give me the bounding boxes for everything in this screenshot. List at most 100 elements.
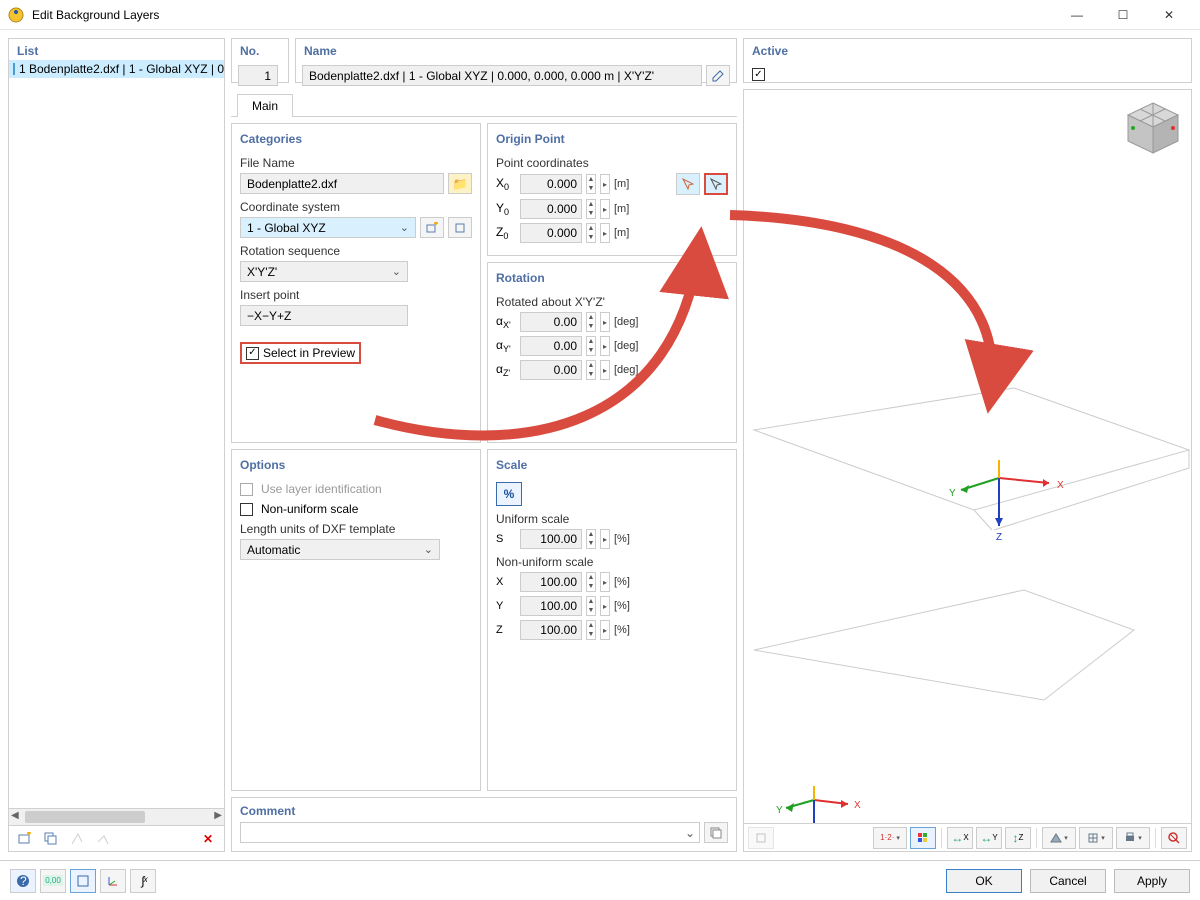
alpha-z-input[interactable] <box>520 360 582 380</box>
ok-button[interactable]: OK <box>946 869 1022 893</box>
s-spinner[interactable]: ▲▼ <box>586 529 596 549</box>
ax-step[interactable]: ▸ <box>600 312 610 332</box>
close-button[interactable]: ✕ <box>1146 0 1192 30</box>
percent-toggle[interactable]: % <box>496 482 522 506</box>
new-layer-button[interactable] <box>13 829 37 849</box>
alpha-x-input[interactable] <box>520 312 582 332</box>
apply-button[interactable]: Apply <box>1114 869 1190 893</box>
ptb-numbering[interactable]: 1·2· <box>873 827 907 849</box>
ptb-select[interactable] <box>748 827 774 849</box>
ptb-zoom-reset[interactable] <box>1161 827 1187 849</box>
az-step[interactable]: ▸ <box>600 360 610 380</box>
preview-viewport[interactable]: X Y Z X Y <box>743 89 1192 852</box>
name-header: Name <box>296 39 736 63</box>
scale-y-input[interactable] <box>520 596 582 616</box>
svg-text:?: ? <box>20 874 27 888</box>
ay-step[interactable]: ▸ <box>600 336 610 356</box>
list-item[interactable]: 1 Bodenplatte2.dxf | 1 - Global XYZ | 0 <box>9 60 224 78</box>
z0-step[interactable]: ▸ <box>600 223 610 243</box>
delete-button[interactable]: ✕ <box>196 829 220 849</box>
sy-step[interactable]: ▸ <box>600 596 610 616</box>
edit-name-button[interactable] <box>706 65 730 86</box>
select-in-preview-checkbox[interactable] <box>246 347 259 360</box>
layer-id-label: Use layer identification <box>261 482 382 496</box>
scale-s-input[interactable] <box>520 529 582 549</box>
insert-point-input[interactable] <box>240 305 408 326</box>
scrollbar-thumb[interactable] <box>25 811 145 823</box>
alpha-y-input[interactable] <box>520 336 582 356</box>
nonuniform-scale-label: Non-uniform scale <box>496 555 728 569</box>
rotation-seq-label: Rotation sequence <box>240 244 472 258</box>
nonuniform-label: Non-uniform scale <box>261 502 358 516</box>
browse-file-button[interactable]: 📁 <box>448 173 472 194</box>
new-cs-button[interactable] <box>420 217 444 238</box>
sy-spinner[interactable]: ▲▼ <box>586 596 596 616</box>
coord-system-dropdown[interactable]: 1 - Global XYZ <box>240 217 416 238</box>
no-header: No. <box>232 39 288 63</box>
units-dropdown[interactable]: Automatic <box>240 539 440 560</box>
list-body[interactable]: 1 Bodenplatte2.dxf | 1 - Global XYZ | 0 <box>8 60 225 809</box>
sz-step[interactable]: ▸ <box>600 620 610 640</box>
az-spinner[interactable]: ▲▼ <box>586 360 596 380</box>
pick-point-button[interactable] <box>676 173 700 195</box>
x0-input[interactable] <box>520 174 582 194</box>
ptb-view[interactable] <box>1079 827 1113 849</box>
coord-label: Coordinate system <box>240 200 472 214</box>
units-label: Length units of DXF template <box>240 522 472 536</box>
sz-spinner[interactable]: ▲▼ <box>586 620 596 640</box>
tab-main[interactable]: Main <box>237 94 293 117</box>
pick-in-preview-button[interactable] <box>704 173 728 195</box>
nonuniform-checkbox[interactable] <box>240 503 253 516</box>
scale-x-input[interactable] <box>520 572 582 592</box>
minimize-button[interactable]: ― <box>1054 0 1100 30</box>
titlebar: Edit Background Layers ― ☐ ✕ <box>0 0 1200 30</box>
ay-spinner[interactable]: ▲▼ <box>586 336 596 356</box>
svg-text:Z: Z <box>996 532 1002 543</box>
scale-group: Scale % Uniform scale S ▲▼ ▸ [%] Non-uni… <box>487 449 737 791</box>
tool-a-button[interactable] <box>65 829 89 849</box>
select-in-preview-highlight: Select in Preview <box>240 342 361 364</box>
ptb-move-x[interactable]: ↔X <box>947 827 973 849</box>
maximize-button[interactable]: ☐ <box>1100 0 1146 30</box>
ptb-colors[interactable] <box>910 827 936 849</box>
comment-library-button[interactable] <box>704 822 728 843</box>
z0-input[interactable] <box>520 223 582 243</box>
ax-spinner[interactable]: ▲▼ <box>586 312 596 332</box>
x0-step[interactable]: ▸ <box>600 174 610 194</box>
options-header: Options <box>240 458 472 472</box>
ptb-render[interactable] <box>1042 827 1076 849</box>
comment-input[interactable] <box>240 822 700 843</box>
y0-step[interactable]: ▸ <box>600 199 610 219</box>
tool-b-button[interactable] <box>91 829 115 849</box>
help-button[interactable]: ? <box>10 869 36 893</box>
copy-layer-button[interactable] <box>39 829 63 849</box>
sx-step[interactable]: ▸ <box>600 572 610 592</box>
viewport-button[interactable] <box>70 869 96 893</box>
ptb-print[interactable] <box>1116 827 1150 849</box>
function-button[interactable]: ∫ͯ <box>130 869 156 893</box>
y0-input[interactable] <box>520 199 582 219</box>
units-button[interactable]: 0,00 <box>40 869 66 893</box>
active-checkbox[interactable] <box>752 68 765 81</box>
x0-spinner[interactable]: ▲▼ <box>586 174 596 194</box>
z0-spinner[interactable]: ▲▼ <box>586 223 596 243</box>
options-group: Options Use layer identification Non-uni… <box>231 449 481 791</box>
scale-z-input[interactable] <box>520 620 582 640</box>
filename-input[interactable] <box>240 173 444 194</box>
filename-label: File Name <box>240 156 472 170</box>
y0-spinner[interactable]: ▲▼ <box>586 199 596 219</box>
cs-library-button[interactable] <box>448 217 472 238</box>
rotation-seq-dropdown[interactable]: X'Y'Z' <box>240 261 408 282</box>
list-scrollbar-horizontal[interactable] <box>8 809 225 826</box>
ptb-move-z[interactable]: ↕Z <box>1005 827 1031 849</box>
select-in-preview-label: Select in Preview <box>263 346 355 360</box>
no-input[interactable] <box>238 65 278 86</box>
axes-button[interactable] <box>100 869 126 893</box>
name-input[interactable] <box>302 65 702 86</box>
svg-text:Y: Y <box>776 805 783 816</box>
sx-spinner[interactable]: ▲▼ <box>586 572 596 592</box>
s-step[interactable]: ▸ <box>600 529 610 549</box>
cancel-button[interactable]: Cancel <box>1030 869 1106 893</box>
ptb-move-y[interactable]: ↔Y <box>976 827 1002 849</box>
rotation-group: Rotation Rotated about X'Y'Z' αX' ▲▼ ▸ [… <box>487 262 737 443</box>
